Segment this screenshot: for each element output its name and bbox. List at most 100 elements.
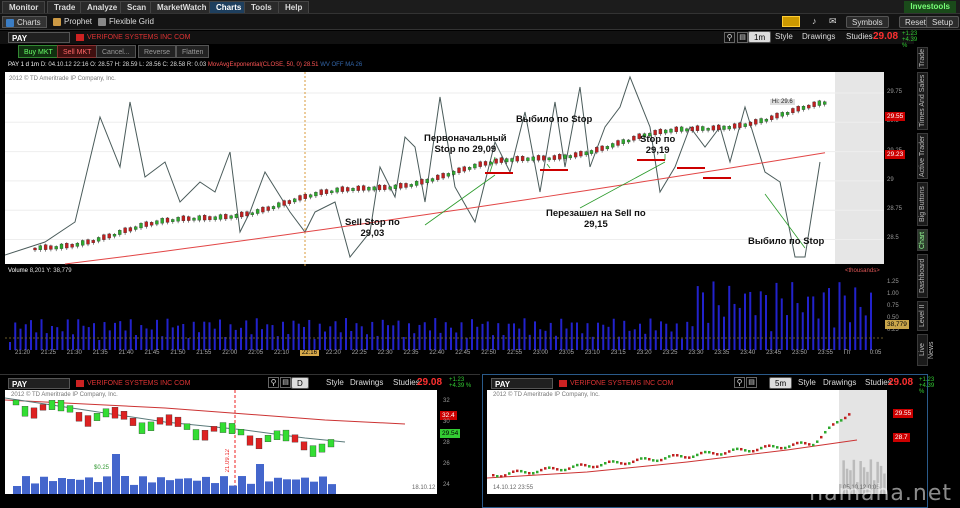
period-selector[interactable]: 1m bbox=[748, 31, 772, 43]
volume-bar bbox=[513, 323, 515, 350]
volume-bar bbox=[471, 319, 473, 350]
status-range: R: 0.03 bbox=[186, 62, 207, 68]
intraday-candle bbox=[764, 445, 767, 448]
subtab-flexible-grid[interactable]: Flexible Grid bbox=[95, 16, 159, 28]
side-tab-chart[interactable]: Chart bbox=[917, 229, 928, 251]
buy-market-button[interactable]: Buy MKT bbox=[18, 45, 59, 58]
daily-volume-bar bbox=[130, 484, 138, 494]
volume-bar bbox=[135, 335, 137, 350]
annotation-line: 29,03 bbox=[360, 228, 385, 239]
symbol-input[interactable]: PAY bbox=[491, 378, 553, 389]
volume-bar bbox=[523, 318, 526, 350]
message-icon[interactable]: ✉ bbox=[829, 16, 840, 27]
period-selector[interactable]: D bbox=[291, 377, 309, 389]
daily-volume-bar bbox=[229, 485, 237, 494]
link-icon[interactable]: ⚲ bbox=[724, 32, 735, 43]
candle-body bbox=[695, 125, 700, 131]
daily-volume-bar bbox=[13, 486, 21, 494]
nav-tab-analyze[interactable]: Analyze bbox=[80, 1, 125, 13]
nav-tab-charts[interactable]: Charts bbox=[209, 1, 249, 13]
intraday-candle bbox=[676, 454, 679, 457]
nav-tab-trade[interactable]: Trade bbox=[47, 1, 83, 13]
print-icon[interactable]: ▤ bbox=[746, 377, 757, 388]
side-tab-live-news[interactable]: Live News bbox=[917, 334, 935, 366]
vol-tick: 1.25 bbox=[887, 279, 899, 285]
print-icon[interactable]: ▤ bbox=[737, 32, 748, 43]
print-icon[interactable]: ▤ bbox=[280, 377, 291, 388]
daily-chart[interactable] bbox=[5, 390, 475, 508]
volume-bar bbox=[30, 320, 32, 350]
symbol-input[interactable]: PAY bbox=[8, 378, 70, 389]
investools-brand[interactable]: Investools bbox=[904, 1, 956, 13]
side-tab-active-trader[interactable]: Active Trader bbox=[917, 133, 928, 179]
style-button[interactable]: Style bbox=[770, 31, 798, 43]
candle-body bbox=[86, 239, 90, 245]
time-tick: 21:35 bbox=[92, 350, 108, 356]
bottom-left-chart-panel: PAY VERIFONE SYSTEMS INC COM ⚲ ▤ D Style… bbox=[0, 374, 480, 508]
daily-candle bbox=[147, 421, 155, 431]
y-tick: 28.75 bbox=[887, 206, 903, 212]
time-tick: 22:50 bbox=[481, 350, 497, 356]
volume-bar bbox=[51, 326, 53, 350]
link-icon[interactable]: ⚲ bbox=[734, 377, 745, 388]
volume-bar bbox=[702, 292, 704, 350]
side-tab-big-buttons[interactable]: Big Buttons bbox=[917, 182, 928, 226]
symbol-input[interactable]: PAY bbox=[8, 32, 70, 43]
reverse-button[interactable]: Reverse bbox=[138, 45, 177, 58]
subtab-prophet[interactable]: Prophet bbox=[50, 16, 97, 28]
drawings-button[interactable]: Drawings bbox=[345, 377, 388, 389]
link-icon[interactable]: ⚲ bbox=[268, 377, 279, 388]
volume-y: Y: 38,779 bbox=[46, 268, 72, 274]
volume-bar bbox=[570, 322, 573, 350]
candle-body bbox=[112, 233, 117, 237]
candle-body bbox=[409, 184, 413, 187]
candle-body bbox=[743, 123, 747, 127]
candle-body bbox=[812, 101, 816, 107]
side-tab-times-and-sales[interactable]: Times And Sales bbox=[917, 72, 928, 130]
nav-tab-marketwatch[interactable]: MarketWatch bbox=[150, 1, 214, 13]
drawings-button[interactable]: Drawings bbox=[818, 377, 861, 389]
intraday-candle bbox=[728, 450, 731, 453]
flatten-button[interactable]: Flatten bbox=[176, 45, 210, 58]
daily-candle bbox=[93, 413, 101, 421]
intraday-candle bbox=[656, 459, 659, 463]
candle-body bbox=[595, 147, 599, 153]
volume-bar bbox=[854, 287, 857, 350]
volume-bar bbox=[255, 318, 258, 350]
side-tab-level-ii[interactable]: Level II bbox=[917, 301, 928, 331]
volume-bar bbox=[423, 322, 426, 350]
subtab-charts[interactable]: Charts bbox=[2, 16, 47, 28]
volume-bar bbox=[780, 298, 783, 350]
nav-tab-help[interactable]: Help bbox=[278, 1, 310, 13]
main-price-chart[interactable] bbox=[5, 72, 914, 368]
intraday-candle bbox=[816, 440, 819, 443]
time-tick: 21:45 bbox=[144, 350, 160, 356]
nav-tab-monitor[interactable]: Monitor bbox=[2, 1, 46, 13]
nav-tab-scan[interactable]: Scan bbox=[120, 1, 154, 13]
side-tab-trade[interactable]: Trade bbox=[917, 47, 928, 69]
volume-bar bbox=[597, 322, 599, 350]
style-button[interactable]: Style bbox=[793, 377, 821, 389]
candle-body bbox=[579, 151, 583, 157]
volume-bar bbox=[87, 327, 90, 350]
daily-volume-bar bbox=[211, 483, 219, 494]
daily-volume-bar bbox=[265, 481, 273, 494]
period-selector[interactable]: 5m bbox=[769, 377, 793, 389]
drawings-button[interactable]: Drawings bbox=[797, 31, 840, 43]
nav-tab-tools[interactable]: Tools bbox=[244, 1, 279, 13]
side-tab-dashboard[interactable]: Dashboard bbox=[917, 254, 928, 298]
daily-candle bbox=[174, 416, 182, 427]
candle-body bbox=[144, 221, 148, 227]
daily-candle bbox=[138, 422, 146, 434]
volume-bar bbox=[103, 322, 106, 350]
layout-grid-icon[interactable] bbox=[782, 16, 800, 27]
setup-button[interactable]: Setup bbox=[926, 16, 959, 28]
symbols-button[interactable]: Symbols bbox=[846, 16, 889, 28]
candle-body bbox=[462, 166, 466, 172]
candle-body bbox=[351, 188, 355, 192]
candle-body bbox=[324, 189, 329, 194]
sell-market-button[interactable]: Sell MKT bbox=[57, 45, 98, 58]
bell-icon[interactable]: ♪ bbox=[812, 16, 823, 27]
cancel-orders-button[interactable]: Cancel... bbox=[96, 45, 136, 58]
daily-volume-bar bbox=[283, 479, 291, 494]
